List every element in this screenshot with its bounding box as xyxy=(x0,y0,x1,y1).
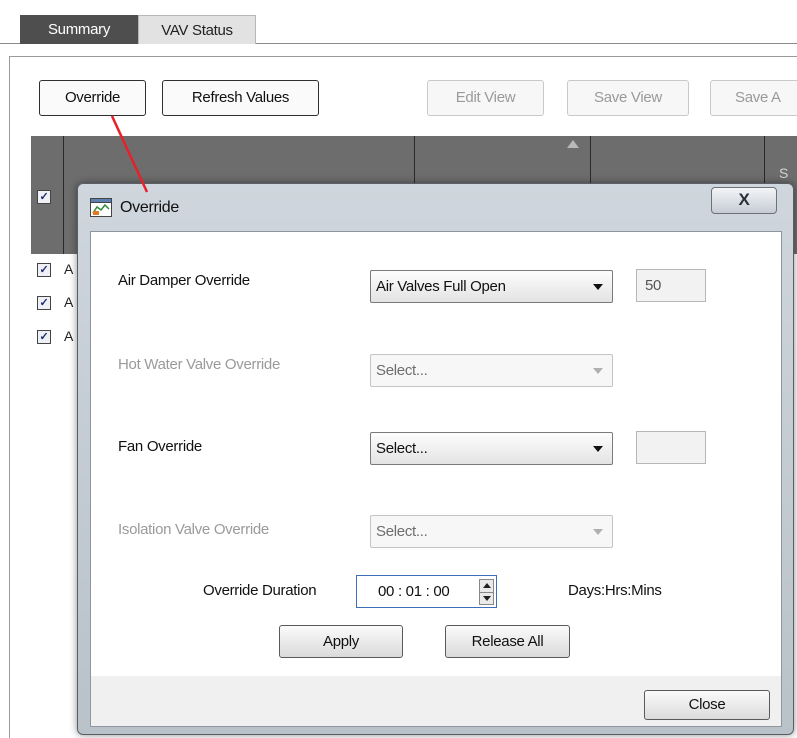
air-damper-select[interactable]: Air Valves Full Open xyxy=(370,270,613,303)
isolation-valve-select[interactable]: Select... xyxy=(370,515,613,548)
window-app-icon xyxy=(90,198,112,217)
chevron-down-icon xyxy=(593,446,603,452)
override-duration-label: Override Duration xyxy=(203,582,317,599)
chevron-down-icon xyxy=(593,368,603,374)
fan-override-select-value: Select... xyxy=(376,440,428,457)
isolation-valve-label: Isolation Valve Override xyxy=(118,521,269,538)
row-label: A xyxy=(64,294,74,310)
apply-button[interactable]: Apply xyxy=(279,625,403,658)
tab-summary[interactable]: Summary xyxy=(20,15,138,44)
dialog-title: Override xyxy=(120,199,179,216)
dialog-body: Air Damper Override Air Valves Full Open… xyxy=(90,231,782,727)
air-damper-value-field[interactable]: 50 xyxy=(636,269,706,302)
row-checkbox[interactable]: ✓ xyxy=(37,263,51,277)
isolation-valve-select-value: Select... xyxy=(376,523,428,540)
row-checkbox[interactable]: ✓ xyxy=(37,296,51,310)
tab-strip: Summary VAV Status xyxy=(0,0,797,44)
release-all-button[interactable]: Release All xyxy=(445,625,570,658)
row-checkbox[interactable]: ✓ xyxy=(37,330,51,344)
select-all-checkbox[interactable]: ✓ xyxy=(37,190,51,204)
refresh-values-button[interactable]: Refresh Values xyxy=(162,80,319,116)
hot-water-valve-select-value: Select... xyxy=(376,362,428,379)
override-button[interactable]: Override xyxy=(39,80,146,116)
close-button[interactable]: Close xyxy=(644,690,770,720)
hot-water-valve-label: Hot Water Valve Override xyxy=(118,356,281,373)
row-label: A xyxy=(64,328,74,344)
row-label: A xyxy=(64,261,74,277)
override-duration-spinner[interactable]: 00 : 01 : 00 xyxy=(356,575,497,608)
dialog-content: Air Damper Override Air Valves Full Open… xyxy=(91,232,781,676)
duration-units-label: Days:Hrs:Mins xyxy=(568,582,662,599)
edit-view-button[interactable]: Edit View xyxy=(427,80,544,116)
tab-vav-status[interactable]: VAV Status xyxy=(138,15,256,44)
override-dialog: Override X Air Damper Override Air Valve… xyxy=(77,183,794,735)
hot-water-valve-select[interactable]: Select... xyxy=(370,354,613,387)
column-divider xyxy=(63,136,64,254)
chevron-down-icon xyxy=(593,529,603,535)
fan-override-label: Fan Override xyxy=(118,438,202,455)
column-header-partial[interactable]: S xyxy=(779,165,788,181)
close-icon[interactable]: X xyxy=(711,187,777,214)
sort-ascending-icon[interactable] xyxy=(567,140,579,148)
fan-value-field[interactable] xyxy=(636,431,706,464)
override-duration-value: 00 : 01 : 00 xyxy=(378,583,450,600)
dialog-titlebar[interactable]: Override X xyxy=(78,184,793,230)
save-view-button[interactable]: Save View xyxy=(567,80,689,116)
spinner-updown-icon[interactable] xyxy=(479,579,494,605)
air-damper-label: Air Damper Override xyxy=(118,272,250,289)
chevron-down-icon xyxy=(593,284,603,290)
save-as-button[interactable]: Save A xyxy=(710,80,797,116)
fan-override-select[interactable]: Select... xyxy=(370,432,613,465)
air-damper-select-value: Air Valves Full Open xyxy=(376,278,506,295)
